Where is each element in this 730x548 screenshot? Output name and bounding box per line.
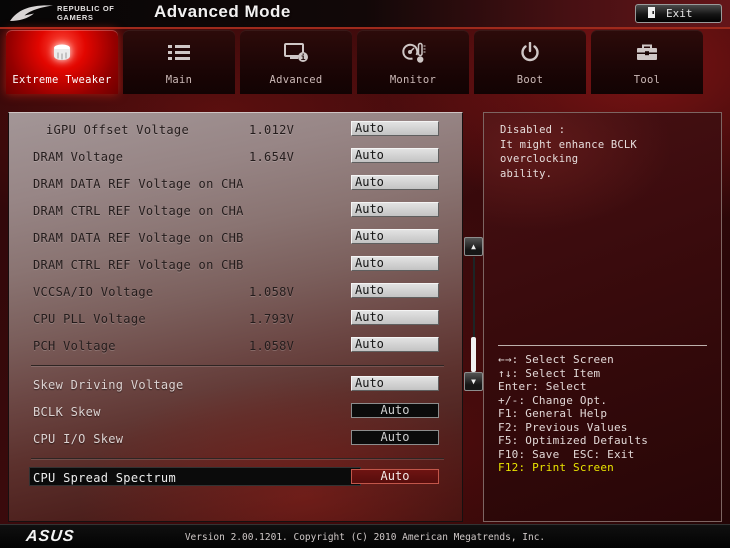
setting-value-box[interactable]: Auto [351,469,439,484]
bios-screen: REPUBLIC OF GAMERS Advanced Mode Exit Ex… [0,0,730,548]
scrollbar-thumb[interactable] [471,337,476,372]
setting-label: CPU PLL Voltage [33,312,146,326]
setting-row: VCCSA/IO Voltage 1.058V Auto [9,279,462,306]
setting-row: Skew Driving Voltage Auto [9,372,462,399]
setting-row: DRAM CTRL REF Voltage on CHA Auto [9,198,462,225]
help-line: ability. [500,167,553,180]
tab-boot[interactable]: Boot [474,30,586,94]
setting-label: DRAM CTRL REF Voltage on CHB [33,258,244,272]
help-line: It might enhance BCLK overclocking [500,138,637,166]
version-text: Version 2.00.1201. Copyright (C) 2010 Am… [184,532,546,543]
setting-reading: 1.058V [249,285,295,299]
setting-label: CPU Spread Spectrum [33,471,176,485]
legend-line: F10: Save ESC: Exit [498,447,635,461]
setting-label: BCLK Skew [33,405,101,419]
setting-label: VCCSA/IO Voltage [33,285,154,299]
setting-value-box[interactable]: Auto [351,229,439,244]
tab-monitor[interactable]: Monitor [357,30,469,94]
setting-row: CPU I/O Skew Auto [9,426,462,453]
tab-advanced[interactable]: i Advanced [240,30,352,94]
legend-line: F2: Previous Values [498,420,628,434]
group-separator [9,453,462,465]
setting-row: DRAM CTRL REF Voltage on CHB Auto [9,252,462,279]
setting-label: Skew Driving Voltage [33,378,184,392]
footer-bar: ASUS Version 2.00.1201. Copyright (C) 20… [0,524,730,548]
setting-label: iGPU Offset Voltage [46,123,189,137]
gauge-thermometer-icon [357,40,469,66]
tab-label: Monitor [389,74,437,86]
key-legend: ←→: Select Screen ↑↓: Select Item Enter: S… [498,353,648,475]
setting-label: DRAM CTRL REF Voltage on CHA [33,204,244,218]
setting-row: DRAM DATA REF Voltage on CHB Auto [9,225,462,252]
setting-label: DRAM DATA REF Voltage on CHB [33,231,244,245]
setting-value-box[interactable]: Auto [351,430,439,445]
tab-label: Extreme Tweaker [12,74,112,86]
exit-label: Exit [666,7,693,20]
legend-line: F12: Print Screen [498,461,614,474]
setting-value-box[interactable]: Auto [351,121,439,136]
scroll-up-button[interactable]: ▲ [464,237,483,256]
page-title: Advanced Mode [154,2,291,21]
tab-extreme-tweaker[interactable]: Extreme Tweaker [6,30,118,94]
toolbox-icon [591,40,703,66]
setting-value-box[interactable]: Auto [351,175,439,190]
svg-text:i: i [300,52,305,62]
tweaker-knob-icon [6,40,118,66]
setting-row: DRAM Voltage 1.654V Auto [9,144,462,171]
tab-label: Advanced [269,74,323,86]
brand-line1: REPUBLIC OF [57,4,115,13]
legend-line: F1: General Help [498,407,608,420]
setting-label: PCH Voltage [33,339,116,353]
settings-panel: iGPU Offset Voltage 1.012V Auto DRAM Vol… [8,112,463,522]
legend-line: ←→: Select Screen [498,353,614,366]
setting-value-box[interactable]: Auto [351,403,439,418]
help-text: Disabled : It might enhance BCLK overcloc… [500,123,721,181]
help-panel: Disabled : It might enhance BCLK overcloc… [483,112,722,522]
monitor-info-icon: i [240,40,352,66]
rog-eye-logo [8,2,54,29]
setting-reading: 1.012V [249,123,295,137]
setting-reading: 1.058V [249,339,295,353]
setting-value-box[interactable]: Auto [351,337,439,352]
setting-label: DRAM DATA REF Voltage on CHA [33,177,244,191]
legend-line: +/-: Change Opt. [498,393,608,407]
legend-line: F5: Optimized Defaults [498,434,649,447]
brand-line2: GAMERS [57,13,94,22]
setting-row: CPU PLL Voltage 1.793V Auto [9,306,462,333]
setting-label: DRAM Voltage [33,150,124,164]
tab-label: Tool [633,74,661,86]
setting-value-box[interactable]: Auto [351,202,439,217]
setting-value-box[interactable]: Auto [351,148,439,163]
group-separator [9,360,462,372]
header-bar: REPUBLIC OF GAMERS Advanced Mode Exit [0,0,730,29]
settings-list: iGPU Offset Voltage 1.012V Auto DRAM Vol… [9,117,462,492]
setting-row: BCLK Skew Auto [9,399,462,426]
power-icon [474,40,586,66]
exit-door-icon [647,6,657,22]
tab-main[interactable]: Main [123,30,235,94]
setting-value-box[interactable]: Auto [351,256,439,271]
setting-reading: 1.793V [249,312,295,326]
list-icon [123,40,235,66]
setting-row: DRAM DATA REF Voltage on CHA Auto [9,171,462,198]
setting-row: iGPU Offset Voltage 1.012V Auto [9,117,462,144]
setting-value-box[interactable]: Auto [351,310,439,325]
tab-bar: Extreme Tweaker Main i Advanced Monitor … [6,30,703,94]
tab-label: Main [165,74,193,86]
exit-button[interactable]: Exit [635,4,722,23]
legend-line: ↑↓: Select Item [498,366,601,380]
help-divider [498,345,707,346]
setting-row: PCH Voltage 1.058V Auto [9,333,462,360]
brand-text: REPUBLIC OF GAMERS [57,4,114,22]
setting-label: CPU I/O Skew [33,432,124,446]
setting-value-box[interactable]: Auto [351,376,439,391]
setting-reading: 1.654V [249,150,295,164]
legend-line: Enter: Select [498,380,587,393]
scroll-down-button[interactable]: ▼ [464,372,483,391]
help-line: Disabled : [500,124,566,136]
tab-tool[interactable]: Tool [591,30,703,94]
tab-label: Boot [516,74,544,86]
setting-row: CPU Spread Spectrum Auto [9,465,462,492]
setting-value-box[interactable]: Auto [351,283,439,298]
